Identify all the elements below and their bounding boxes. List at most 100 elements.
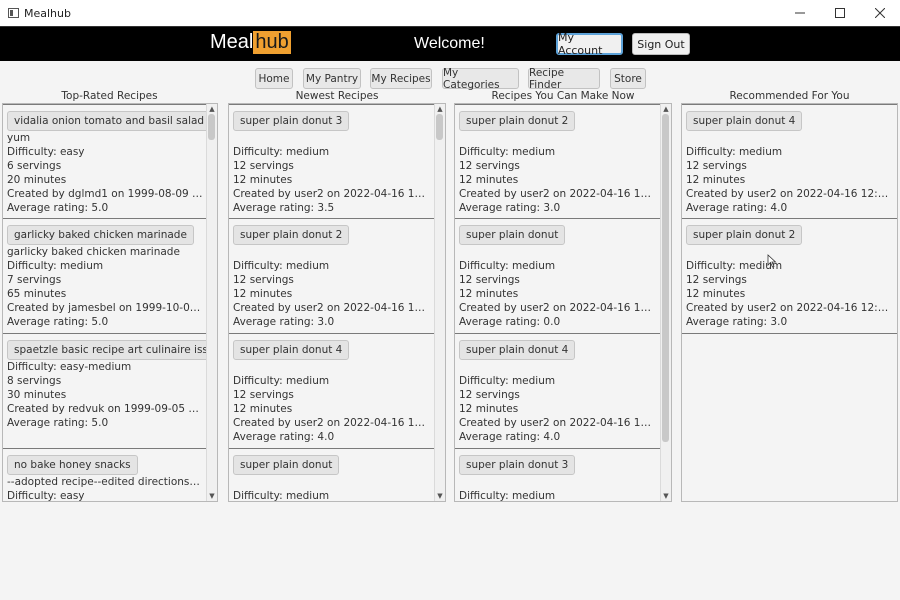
recipe-detail: Difficulty: medium	[459, 375, 556, 387]
recipe-detail: Average rating: 0.0	[459, 316, 561, 328]
recipe-detail: Difficulty: medium	[686, 260, 783, 272]
recipe-detail: 65 minutes	[7, 288, 67, 300]
newest-title: Newest Recipes	[295, 90, 379, 102]
recipe-description	[459, 360, 657, 374]
minimize-icon	[795, 12, 805, 14]
scroll-up-arrow-icon[interactable]: ▲	[661, 104, 671, 114]
recipe-detail: Average rating: 5.0	[7, 417, 109, 429]
recipe-detail: 12 servings	[686, 274, 747, 286]
recipe-card: vidalia onion tomato and basil salad yum D…	[3, 104, 212, 219]
mouse-pointer-icon	[767, 254, 777, 268]
scroll-up-arrow-icon[interactable]: ▲	[207, 104, 217, 114]
recipe-title-button[interactable]: super plain donut 4	[459, 340, 576, 360]
recipe-title-button[interactable]: super plain donut 4	[233, 340, 350, 360]
scroll-down-arrow-icon[interactable]: ▼	[661, 491, 671, 501]
recipe-description	[233, 360, 431, 374]
recipe-detail: 12 minutes	[686, 288, 746, 300]
window-titlebar: Mealhub	[0, 0, 900, 26]
recipe-detail: 12 minutes	[686, 174, 746, 186]
logo-text-meal: Meal	[210, 31, 254, 53]
recipe-title-button[interactable]: super plain donut 2	[686, 225, 803, 245]
recipe-description	[233, 475, 431, 489]
app-icon	[8, 8, 19, 18]
recipe-detail: Difficulty: medium	[233, 490, 330, 502]
recipe-title-button[interactable]: super plain donut 2	[459, 111, 576, 131]
recipe-card: super plain donut Difficulty: medium	[229, 449, 436, 502]
minimize-button[interactable]	[780, 0, 820, 26]
recipe-title-button[interactable]: no bake honey snacks	[7, 455, 138, 475]
top-rated-title: Top-Rated Recipes	[61, 90, 158, 102]
logo-text-hub: hub	[253, 31, 291, 54]
scroll-down-arrow-icon[interactable]: ▼	[435, 491, 445, 501]
recipe-detail: Difficulty: medium	[686, 146, 783, 158]
recipe-description	[459, 131, 657, 145]
recipe-detail: 7 servings	[7, 274, 62, 286]
nav-my-recipes-button[interactable]: My Recipes	[370, 68, 432, 89]
scroll-up-arrow-icon[interactable]: ▲	[435, 104, 445, 114]
recipe-description: --adopted recipe--edited directions base…	[7, 476, 203, 488]
recipe-description: yum	[7, 132, 31, 144]
recipe-detail: Created by user2 on 2022-04-16 12:05:20.…	[459, 188, 657, 200]
recipe-title-button[interactable]: vidalia onion tomato and basil salad	[7, 111, 212, 131]
sign-out-button[interactable]: Sign Out	[632, 33, 690, 55]
recipe-title-button[interactable]: spaetzle basic recipe art culinaire issu…	[7, 340, 217, 360]
recipe-title-button[interactable]: super plain donut 2	[233, 225, 350, 245]
recipe-detail: Created by user2 on 2022-04-16 12:05:20.…	[686, 302, 893, 314]
maximize-button[interactable]	[820, 0, 860, 26]
recipe-description: Difficulty: easy-medium	[7, 361, 132, 373]
recipe-title-button[interactable]: super plain donut 3	[459, 455, 576, 475]
nav-store-button[interactable]: Store	[610, 68, 646, 89]
top-rated-list[interactable]: vidalia onion tomato and basil salad yum D…	[2, 103, 218, 502]
vertical-scrollbar[interactable]: ▲ ▼	[434, 104, 445, 501]
vertical-scrollbar[interactable]: ▲ ▼	[206, 104, 217, 501]
recipe-detail: 12 servings	[459, 389, 520, 401]
recipe-detail: Difficulty: easy	[7, 490, 85, 502]
my-account-button[interactable]: My Account	[556, 31, 623, 57]
nav-my-categories-button[interactable]: My Categories	[442, 67, 519, 91]
maximize-icon	[835, 8, 845, 18]
nav-home-button[interactable]: Home	[255, 68, 293, 89]
scrollbar-thumb[interactable]	[662, 114, 669, 442]
recipe-title-button[interactable]: super plain donut 4	[686, 111, 803, 131]
recipe-detail: Average rating: 3.0	[233, 316, 335, 328]
recommended-title: Recommended For You	[729, 90, 850, 102]
recipe-title-button[interactable]: garlicky baked chicken marinade	[7, 225, 194, 245]
newest-list[interactable]: super plain donut 3 Difficulty: medium 12 …	[228, 103, 446, 502]
recipe-card: garlicky baked chicken marinade garlicky …	[3, 219, 208, 334]
recipe-detail: Created by user2 on 2022-04-16 12:03:16.…	[686, 188, 893, 200]
recipe-card-list: super plain donut 3 Difficulty: medium 12 …	[229, 104, 436, 502]
scrollbar-thumb[interactable]	[436, 114, 443, 140]
recipe-title-button[interactable]: super plain donut 3	[233, 111, 350, 131]
vertical-scrollbar[interactable]: ▲ ▼	[660, 104, 671, 501]
recipe-detail: 12 minutes	[459, 288, 519, 300]
recipe-detail: Average rating: 5.0	[7, 316, 109, 328]
make-now-list[interactable]: super plain donut 2 Difficulty: medium 12 …	[454, 103, 672, 502]
recipe-detail: 12 servings	[233, 389, 294, 401]
recipe-detail: Difficulty: medium	[7, 260, 104, 272]
make-now-title: Recipes You Can Make Now	[491, 90, 635, 102]
recipe-detail: 12 minutes	[459, 403, 519, 415]
recipe-title-button[interactable]: super plain donut	[233, 455, 340, 475]
recommended-list[interactable]: super plain donut 4 Difficulty: medium 12 …	[681, 103, 898, 502]
recipe-detail: Difficulty: medium	[233, 146, 330, 158]
main-nav: Home My Pantry My Recipes My Categories …	[0, 67, 900, 91]
recipe-card: super plain donut 3 Difficulty: medium 12 …	[229, 104, 436, 219]
recipe-detail: 12 servings	[459, 160, 520, 172]
nav-recipe-finder-button[interactable]: Recipe Finder	[528, 67, 600, 91]
recipe-detail: Average rating: 3.0	[686, 316, 788, 328]
recipe-card-list: super plain donut 2 Difficulty: medium 12 …	[455, 104, 662, 501]
recipe-detail: Difficulty: medium	[459, 260, 556, 272]
recipe-title-button[interactable]: super plain donut	[459, 225, 566, 245]
recipe-detail: 12 minutes	[233, 288, 293, 300]
nav-my-pantry-button[interactable]: My Pantry	[303, 68, 361, 89]
scrollbar-thumb[interactable]	[208, 114, 215, 140]
recipe-detail: Difficulty: medium	[233, 260, 330, 272]
recipe-detail: 12 minutes	[459, 174, 519, 186]
recipe-card: super plain donut 4 Difficulty: medium 12 …	[455, 334, 662, 449]
close-icon	[875, 8, 885, 18]
app-header: Meal hub Welcome! My Account Sign Out	[0, 26, 900, 61]
recipe-card: spaetzle basic recipe art culinaire issu…	[3, 334, 217, 449]
recipe-detail: Created by user2 on 2022-04-16 12:02:37.…	[459, 302, 657, 314]
scroll-down-arrow-icon[interactable]: ▼	[207, 491, 217, 501]
close-button[interactable]	[860, 0, 900, 26]
